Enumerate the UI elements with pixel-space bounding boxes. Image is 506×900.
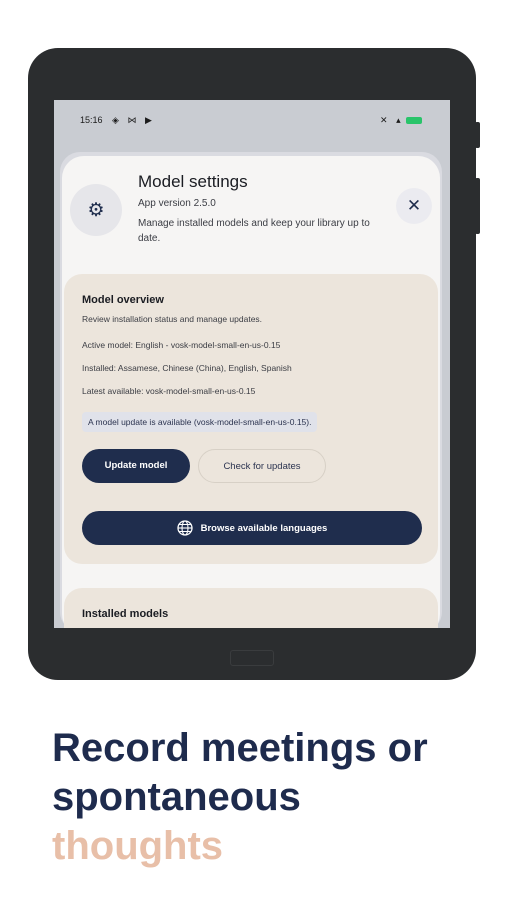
status-time: 15:16: [80, 115, 103, 125]
close-icon: ✕: [406, 196, 422, 215]
status-notification-icons: ◈ ⋈ ▶: [112, 115, 155, 126]
installed-models-card: Installed models: [64, 588, 438, 628]
update-model-button[interactable]: Update model: [82, 449, 190, 483]
update-available-banner: A model update is available (vosk-model-…: [82, 412, 318, 432]
tablet-side-button: [475, 178, 480, 234]
promo-caption: Record meetings or spontaneous thoughts: [52, 724, 428, 871]
active-model-text: Active model: English - vosk-model-small…: [82, 340, 281, 350]
model-overview-card: Model overview Review installation statu…: [64, 274, 438, 564]
close-button[interactable]: ✕: [396, 188, 432, 224]
overview-subtitle: Review installation status and manage up…: [82, 314, 263, 324]
installed-languages-text: Installed: Assamese, Chinese (China), En…: [82, 363, 292, 373]
caption-line-3: thoughts: [52, 824, 224, 868]
browse-languages-button[interactable]: Browse available languages: [82, 511, 422, 545]
battery-icon: [406, 117, 422, 124]
mute-icon: ✕: [380, 115, 391, 125]
home-indicator: [230, 650, 274, 666]
installed-models-title: Installed models: [82, 608, 169, 620]
settings-avatar: ⚙: [70, 184, 122, 236]
check-for-updates-button[interactable]: Check for updates: [198, 449, 326, 483]
location-icon: ◈: [112, 115, 122, 125]
status-bar: 15:16 ◈ ⋈ ▶ ✕ ▴ ◠: [54, 100, 450, 140]
browse-languages-label: Browse available languages: [200, 522, 328, 534]
signal-icon: ▴: [396, 115, 404, 125]
play-icon: ▶: [144, 115, 155, 125]
sheet-description: Manage installed models and keep your li…: [138, 218, 370, 244]
sheet-title: Model settings: [138, 172, 248, 191]
app-version: App version 2.5.0: [138, 198, 216, 209]
caption-line-2: spontaneous: [52, 775, 301, 819]
latest-available-text: Latest available: vosk-model-small-en-us…: [82, 386, 256, 396]
overview-title: Model overview: [82, 294, 164, 306]
globe-icon: [176, 520, 193, 536]
gear-icon: ⚙: [87, 199, 105, 221]
model-settings-sheet: ⚙ Model settings App version 2.5.0 Manag…: [62, 156, 440, 628]
caption-line-1: Record meetings or: [52, 726, 428, 770]
mail-icon: ⋈: [127, 115, 140, 125]
device-screen: 15:16 ◈ ⋈ ▶ ✕ ▴ ◠ ⚙ Model settings App v…: [54, 100, 450, 628]
tablet-side-button: [475, 122, 480, 148]
